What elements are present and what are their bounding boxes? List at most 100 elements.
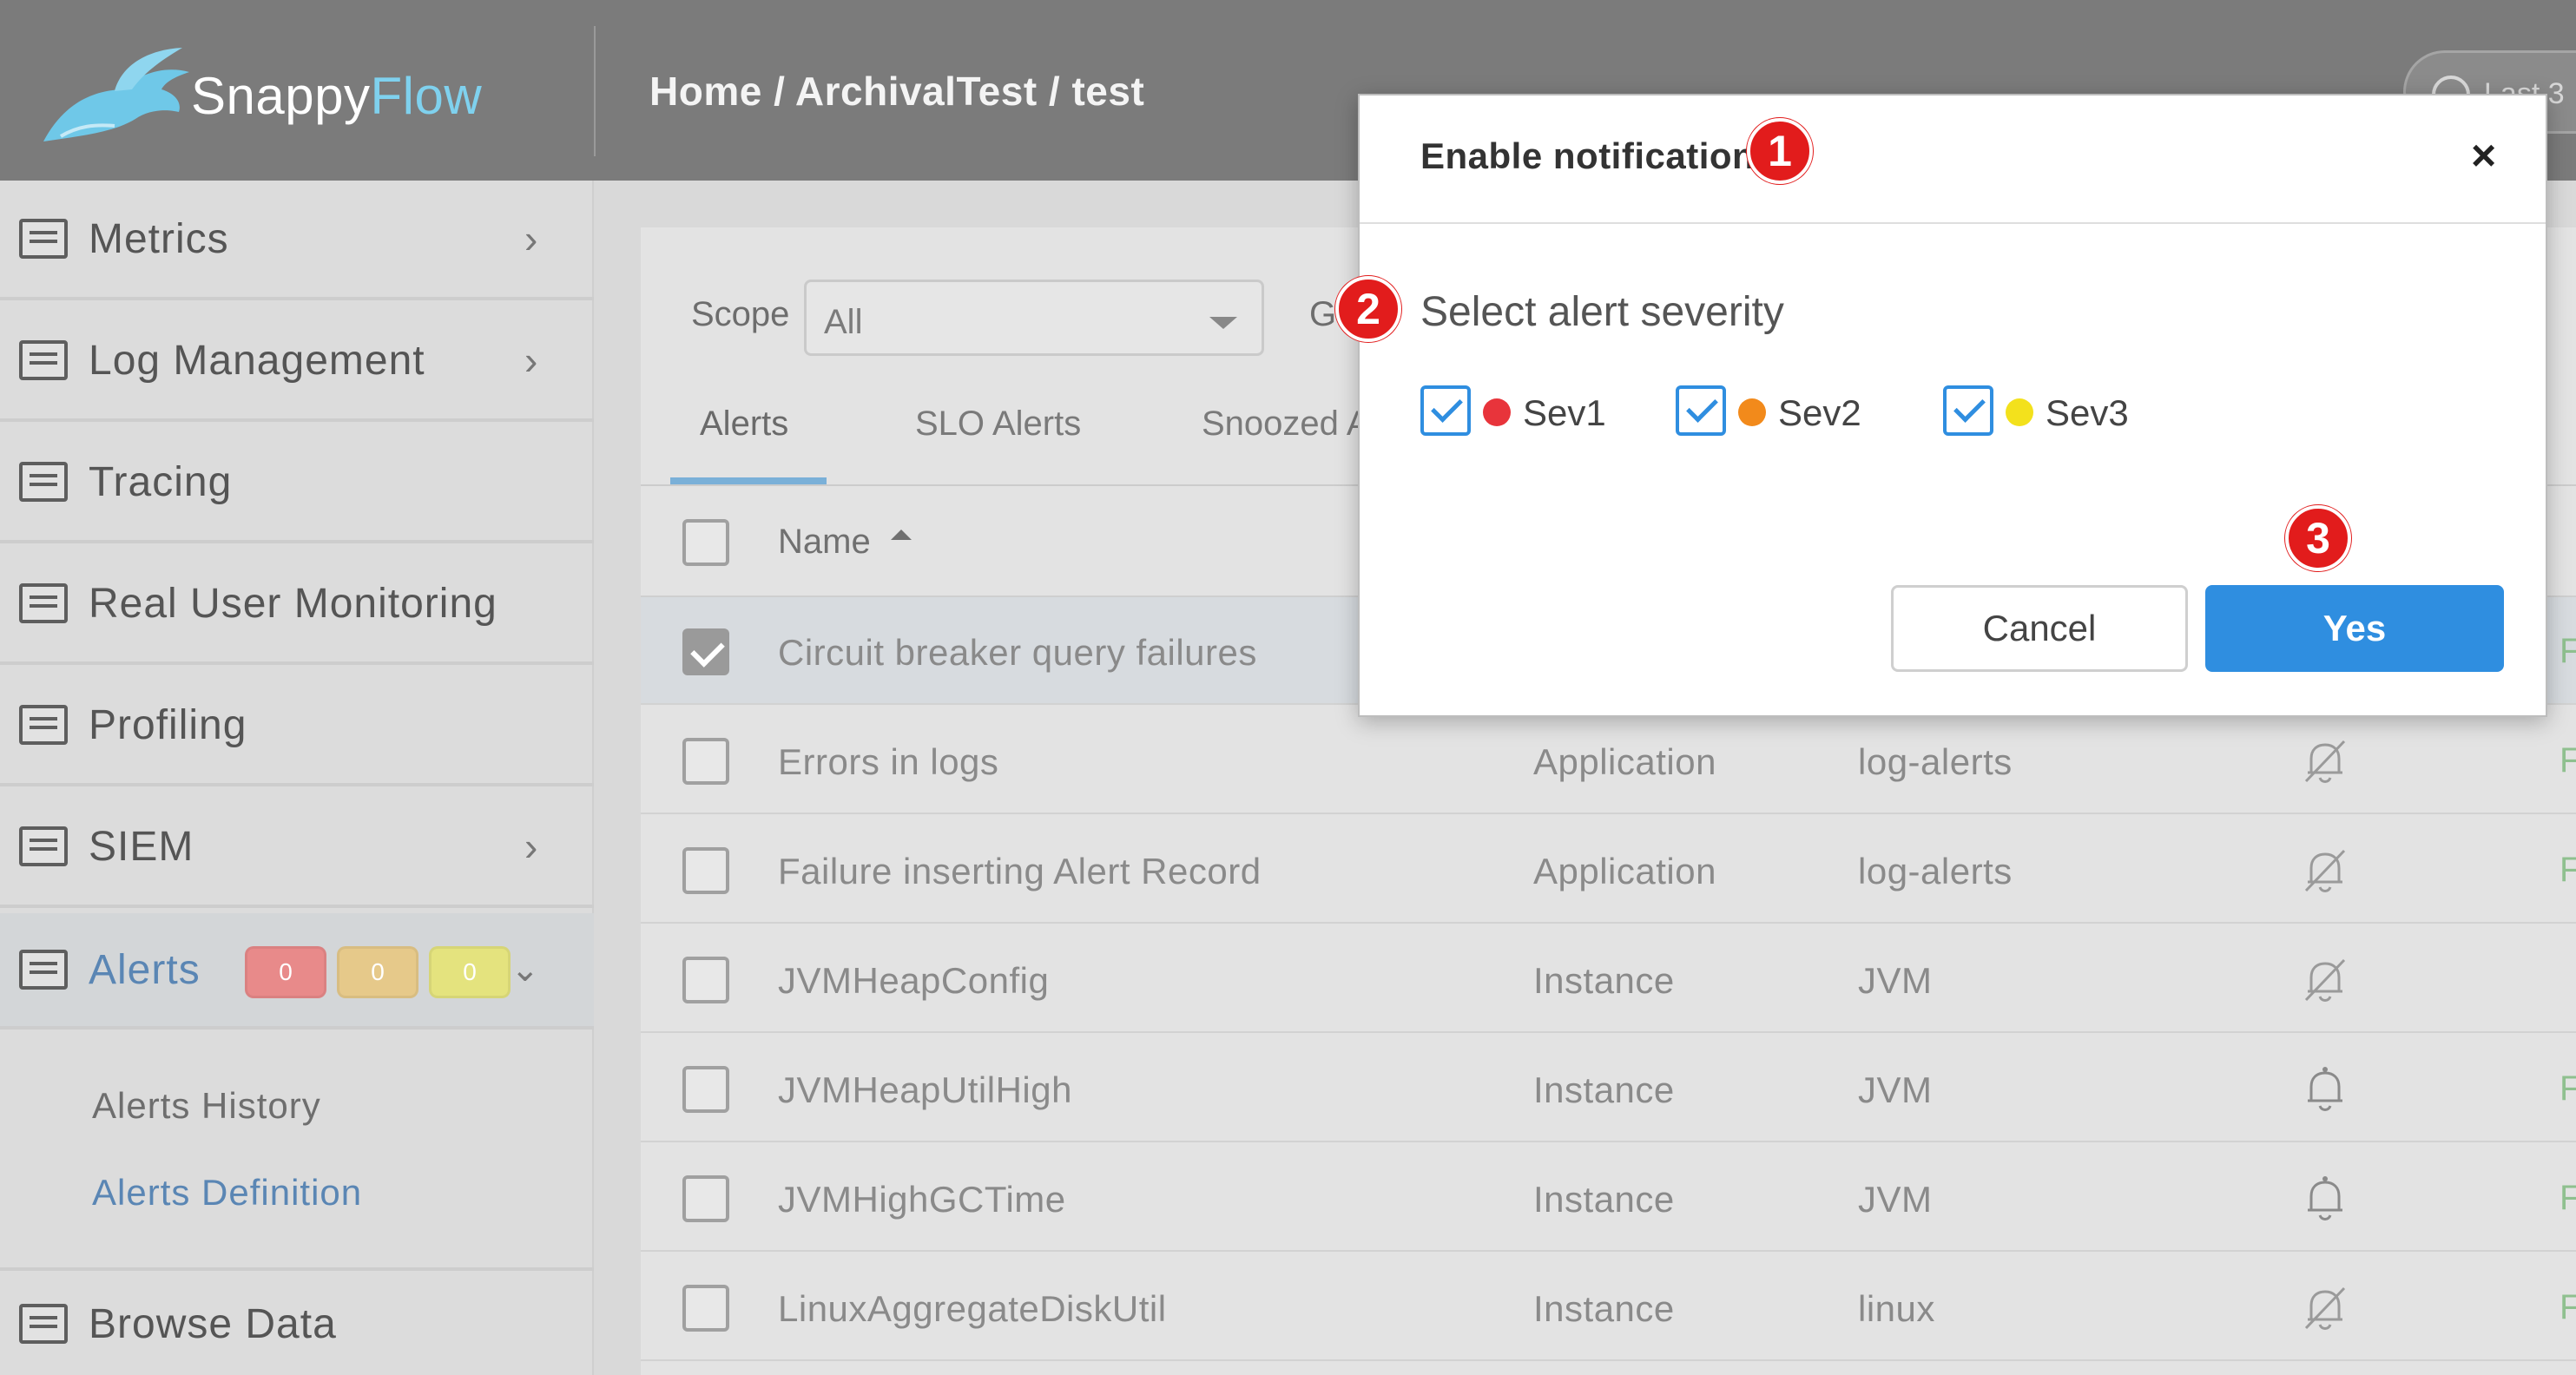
row-name: JVMHighGCTime <box>778 1179 1066 1220</box>
sidebar-item-real-user-monitoring[interactable]: Real User Monitoring <box>0 545 594 665</box>
sidebar-item-browse-data[interactable]: Browse Data <box>0 1273 594 1375</box>
row-scope: Application <box>1533 851 1716 891</box>
row-status-edge: F <box>2560 851 2576 889</box>
row-name: Failure inserting Alert Record <box>778 851 1262 891</box>
scope-select[interactable]: All <box>804 280 1264 356</box>
snappyflow-logo[interactable]: SnappyFlow <box>35 35 590 156</box>
alert-count-badges: 0 0 0 <box>245 946 511 998</box>
row-group: JVM <box>1858 960 1933 1001</box>
scope-value: All <box>824 303 863 341</box>
sidebar-item-label: Profiling <box>89 701 247 748</box>
sidebar-item-label: Browse Data <box>89 1300 337 1347</box>
sidebar-item-label: Real User Monitoring <box>89 580 497 627</box>
tab-snoozed-alerts[interactable]: Snoozed A <box>1202 405 1370 444</box>
tracing-icon <box>19 462 68 502</box>
logo-text: SnappyFlow <box>191 66 482 126</box>
sidebar-subitem-alerts-history[interactable]: Alerts History <box>92 1085 321 1127</box>
row-checkbox[interactable] <box>682 738 729 785</box>
bell-icon[interactable] <box>2301 1062 2349 1115</box>
dialog-subtitle: Select alert severity <box>1420 289 1784 335</box>
row-status-edge: F <box>2560 1179 2576 1217</box>
row-status-edge: F <box>2560 1069 2576 1108</box>
sidebar: Metrics › Log Management › Tracing Real … <box>0 181 594 1375</box>
select-all-checkbox[interactable] <box>682 519 729 566</box>
sidebar-item-label: SIEM <box>89 823 194 870</box>
rum-icon <box>19 583 68 623</box>
browse-icon <box>19 1304 68 1344</box>
chevron-right-icon: › <box>524 824 538 869</box>
sev1-checkbox[interactable] <box>1420 385 1471 436</box>
yes-button[interactable]: Yes <box>2205 585 2504 672</box>
sidebar-divider <box>0 1267 594 1271</box>
sev2-checkbox[interactable] <box>1676 385 1726 436</box>
tab-alerts[interactable]: Alerts <box>700 405 788 444</box>
bell-off-icon[interactable] <box>2301 1281 2349 1333</box>
chevron-right-icon: › <box>524 216 538 261</box>
sidebar-item-alerts[interactable]: Alerts 0 0 0 ⌄ <box>0 913 594 1030</box>
enable-notification-dialog: Enable notification × Select alert sever… <box>1358 94 2547 717</box>
sidebar-item-log-management[interactable]: Log Management › <box>0 302 594 422</box>
table-row[interactable]: Failure inserting Alert Record Applicati… <box>641 816 2576 924</box>
table-row[interactable]: LinuxAggregateDiskUtil Instance linux F <box>641 1253 2576 1361</box>
bell-off-icon[interactable] <box>2301 734 2349 786</box>
row-group: log-alerts <box>1858 851 2013 891</box>
bell-off-icon[interactable] <box>2301 844 2349 896</box>
table-row[interactable]: Errors in logs Application log-alerts F <box>641 707 2576 814</box>
row-name: JVMHeapConfig <box>778 960 1050 1001</box>
row-status-edge: F <box>2560 1288 2576 1326</box>
row-checkbox[interactable] <box>682 1285 729 1332</box>
dialog-divider <box>1360 222 2546 224</box>
table-row[interactable]: JVMHeapConfig Instance JVM <box>641 925 2576 1033</box>
sidebar-item-label: Log Management <box>89 337 425 384</box>
metrics-icon <box>19 219 68 259</box>
row-checkbox[interactable] <box>682 1175 729 1222</box>
row-name: LinuxAggregateDiskUtil <box>778 1288 1167 1329</box>
bell-off-icon[interactable] <box>2301 953 2349 1005</box>
sidebar-item-label: Tracing <box>89 458 233 505</box>
row-group: JVM <box>1858 1069 1933 1110</box>
sev1-label: Sev1 <box>1523 392 1606 433</box>
sev3-count-badge[interactable]: 0 <box>429 946 511 998</box>
cancel-button[interactable]: Cancel <box>1891 585 2188 672</box>
active-tab-indicator <box>670 477 827 484</box>
sidebar-subitem-alerts-definition[interactable]: Alerts Definition <box>92 1172 362 1214</box>
sidebar-item-siem[interactable]: SIEM › <box>0 788 594 908</box>
log-icon <box>19 340 68 380</box>
sev2-label: Sev2 <box>1778 392 1861 433</box>
breadcrumb[interactable]: Home / ArchivalTest / test <box>649 68 1144 115</box>
row-scope: Instance <box>1533 960 1675 1001</box>
row-scope: Instance <box>1533 1179 1675 1220</box>
row-scope: Instance <box>1533 1069 1675 1110</box>
row-checkbox[interactable] <box>682 628 729 675</box>
table-row[interactable]: JVMHighGCTime Instance JVM F <box>641 1144 2576 1252</box>
sev2-count-badge[interactable]: 0 <box>337 946 418 998</box>
sidebar-item-profiling[interactable]: Profiling <box>0 667 594 786</box>
row-group: log-alerts <box>1858 741 2013 782</box>
siem-icon <box>19 826 68 866</box>
row-checkbox[interactable] <box>682 847 729 894</box>
table-row[interactable]: JVMHeapUtilHigh Instance JVM F <box>641 1035 2576 1142</box>
row-status-edge: F <box>2560 741 2576 780</box>
row-checkbox[interactable] <box>682 957 729 1003</box>
row-scope: Instance <box>1533 1288 1675 1329</box>
sev2-color-dot <box>1738 398 1766 426</box>
sort-ascending-icon[interactable] <box>891 530 912 540</box>
sidebar-item-metrics[interactable]: Metrics › <box>0 181 594 300</box>
row-name: JVMHeapUtilHigh <box>778 1069 1072 1110</box>
row-checkbox[interactable] <box>682 1066 729 1113</box>
header-divider <box>594 26 596 156</box>
row-group: JVM <box>1858 1179 1933 1220</box>
sev1-option[interactable]: Sev1 <box>1420 385 1611 439</box>
sev1-count-badge[interactable]: 0 <box>245 946 326 998</box>
sev3-checkbox[interactable] <box>1943 385 1993 436</box>
tab-slo-alerts[interactable]: SLO Alerts <box>915 405 1081 444</box>
sev2-option[interactable]: Sev2 <box>1676 385 1875 439</box>
logo-text-flow: Flow <box>370 66 483 125</box>
row-scope: Application <box>1533 741 1716 782</box>
sev1-color-dot <box>1483 398 1511 426</box>
column-header-name[interactable]: Name <box>778 523 871 562</box>
sev3-option[interactable]: Sev3 <box>1943 385 2143 439</box>
sidebar-item-tracing[interactable]: Tracing <box>0 424 594 543</box>
bell-icon[interactable] <box>2301 1172 2349 1224</box>
close-icon[interactable]: × <box>2471 134 2496 177</box>
